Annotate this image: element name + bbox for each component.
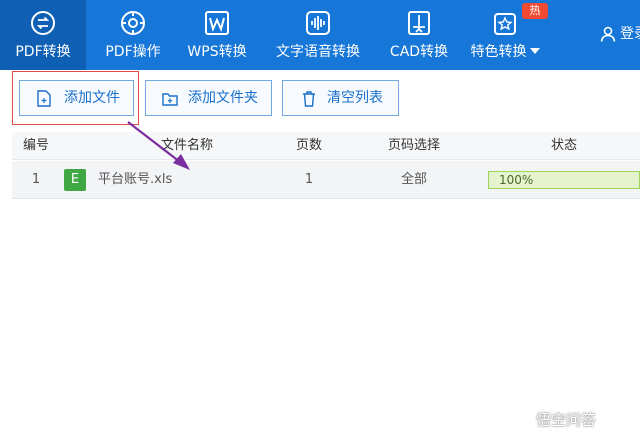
column-header-page-range: 页码选择 [387, 138, 440, 153]
tab-pdf-convert[interactable]: PDF转换 [0, 0, 86, 70]
progress-bar: 100% [488, 171, 640, 189]
tab-special-convert[interactable]: 热 特色转换 [468, 0, 548, 70]
tab-cad-convert[interactable]: CAD转换 [382, 0, 456, 70]
column-header-pages: 页数 [295, 138, 322, 153]
tab-label: PDF操作 [105, 44, 161, 60]
highlight-box [12, 71, 139, 125]
special-convert-icon [494, 13, 516, 35]
audio-wave-icon [306, 11, 330, 35]
row-index: 1 [31, 172, 41, 187]
column-header-status: 状态 [550, 138, 577, 153]
clear-list-button[interactable]: 清空列表 [282, 80, 399, 116]
page-range-select[interactable]: 全部 [362, 161, 466, 199]
excel-file-icon: E [64, 169, 86, 191]
tab-text-speech[interactable]: 文字语音转换 [268, 0, 368, 70]
cad-icon [408, 11, 430, 35]
tab-label: 文字语音转换 [276, 44, 360, 60]
tab-label-text: 特色转换 [470, 44, 527, 60]
add-folder-icon [162, 93, 178, 106]
tab-pdf-operate[interactable]: PDF操作 [96, 0, 170, 70]
watermark-text: 悟空问答 [536, 411, 597, 429]
pdf-convert-icon [31, 11, 55, 35]
top-nav: PDF转换 PDF操作 WPS转换 文字语音转换 CAD转换 热 特色转换 登 [0, 0, 640, 70]
page-count: 1 [304, 172, 314, 187]
clear-list-label: 清空列表 [327, 90, 383, 106]
file-name: 平台账号.xls [98, 172, 173, 187]
login-label: 登录 [620, 26, 640, 42]
table-row[interactable]: 1 E 平台账号.xls 1 全部 100% [12, 161, 640, 199]
app-window: PDF转换 PDF操作 WPS转换 文字语音转换 CAD转换 热 特色转换 登 … [0, 0, 640, 444]
column-header-index: 编号 [22, 138, 49, 153]
tab-label: WPS转换 [187, 44, 247, 60]
trash-icon [303, 91, 315, 107]
tab-wps-convert[interactable]: WPS转换 [180, 0, 254, 70]
chevron-down-icon [529, 48, 540, 54]
wps-word-icon [205, 11, 229, 35]
column-header-filename: 文件名称 [160, 138, 213, 153]
tab-label: CAD转换 [389, 44, 449, 60]
speech-bubble-icon [509, 410, 531, 431]
add-folder-button[interactable]: 添加文件夹 [145, 80, 272, 116]
tab-label: PDF转换 [15, 44, 71, 60]
table-header: 编号 文件名称 页数 页码选择 状态 [12, 132, 640, 160]
add-folder-label: 添加文件夹 [188, 90, 258, 106]
user-icon [600, 26, 616, 42]
pdf-operate-icon [121, 11, 145, 35]
progress-text: 100% [499, 173, 534, 187]
tab-label: 特色转换 [468, 44, 542, 60]
hot-badge: 热 [522, 3, 548, 19]
